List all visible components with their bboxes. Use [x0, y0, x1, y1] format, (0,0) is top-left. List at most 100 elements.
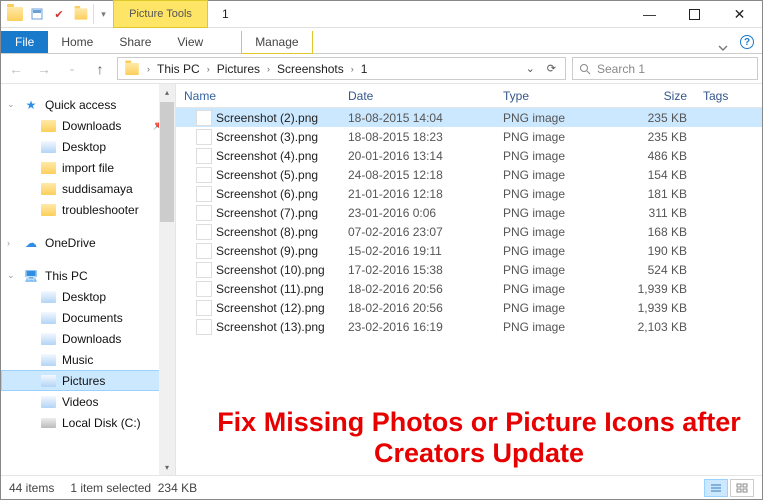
new-folder-icon[interactable]: [71, 4, 91, 24]
file-icon: [196, 262, 212, 278]
nav-back-button[interactable]: ←: [5, 58, 27, 80]
breadcrumb-item[interactable]: Screenshots: [273, 62, 348, 76]
file-row[interactable]: Screenshot (6).png21-01-2016 12:18PNG im…: [176, 184, 762, 203]
sidebar-item-label: This PC: [45, 269, 88, 283]
chevron-right-icon[interactable]: ›: [144, 64, 153, 74]
sidebar-item-suddisamaya[interactable]: suddisamaya: [1, 178, 175, 199]
file-row[interactable]: Screenshot (8).png07-02-2016 23:07PNG im…: [176, 222, 762, 241]
file-row[interactable]: Screenshot (7).png23-01-2016 0:06PNG ima…: [176, 203, 762, 222]
sidebar-item-label: Desktop: [62, 290, 106, 304]
qat-dropdown-icon[interactable]: ▾: [93, 4, 113, 24]
sidebar-scrollbar[interactable]: ▴ ▾: [159, 84, 175, 475]
sidebar-item-desktop[interactable]: Desktop: [1, 136, 175, 157]
sidebar-item-pc-downloads[interactable]: Downloads: [1, 328, 175, 349]
file-size: 1,939 KB: [615, 301, 695, 315]
sidebar-item-this-pc[interactable]: ⌄🖥This PC: [1, 265, 175, 286]
column-header-type[interactable]: Type: [495, 89, 615, 103]
file-name: Screenshot (5).png: [216, 168, 318, 182]
file-icon: [196, 281, 212, 297]
sidebar-item-pc-music[interactable]: Music: [1, 349, 175, 370]
sidebar-item-onedrive[interactable]: ›☁OneDrive: [1, 232, 175, 253]
chevron-right-icon[interactable]: ›: [204, 64, 213, 74]
close-button[interactable]: ✕: [717, 1, 762, 27]
file-row[interactable]: Screenshot (9).png15-02-2016 19:11PNG im…: [176, 241, 762, 260]
file-size: 311 KB: [615, 206, 695, 220]
breadcrumb[interactable]: › This PC › Pictures › Screenshots › 1 ⌄…: [117, 57, 566, 80]
view-thumbnails-button[interactable]: [730, 479, 754, 497]
sidebar-item-import-file[interactable]: import file: [1, 157, 175, 178]
sidebar-item-troubleshooter[interactable]: troubleshooter: [1, 199, 175, 220]
file-size: 190 KB: [615, 244, 695, 258]
nav-forward-button: →: [33, 58, 55, 80]
chevron-right-icon[interactable]: ›: [348, 64, 357, 74]
sidebar-item-label: Pictures: [62, 374, 105, 388]
sidebar-item-pc-videos[interactable]: Videos: [1, 391, 175, 412]
tab-home[interactable]: Home: [48, 31, 106, 53]
column-header-tags[interactable]: Tags: [695, 89, 762, 103]
chevron-right-icon[interactable]: ›: [264, 64, 273, 74]
title-bar: ✔ ▾ Picture Tools 1 — ✕: [1, 1, 762, 28]
file-row[interactable]: Screenshot (4).png20-01-2016 13:14PNG im…: [176, 146, 762, 165]
checkmark-red-icon[interactable]: ✔: [49, 4, 69, 24]
sidebar-item-quick-access[interactable]: ⌄★Quick access: [1, 94, 175, 115]
column-header-size[interactable]: Size: [615, 89, 695, 103]
file-row[interactable]: Screenshot (13).png23-02-2016 16:19PNG i…: [176, 317, 762, 336]
sidebar-item-label: Desktop: [62, 140, 106, 154]
sidebar-item-pc-localdisk[interactable]: Local Disk (C:): [1, 412, 175, 433]
sidebar-item-label: Documents: [62, 311, 123, 325]
file-size: 154 KB: [615, 168, 695, 182]
file-name: Screenshot (3).png: [216, 130, 318, 144]
file-size: 486 KB: [615, 149, 695, 163]
tab-view[interactable]: View: [164, 31, 216, 53]
view-details-button[interactable]: [704, 479, 728, 497]
sidebar-item-pc-pictures[interactable]: Pictures: [1, 370, 175, 391]
file-row[interactable]: Screenshot (12).png18-02-2016 20:56PNG i…: [176, 298, 762, 317]
nav-up-button[interactable]: ↑: [89, 58, 111, 80]
file-size: 235 KB: [615, 111, 695, 125]
address-dropdown-icon[interactable]: ⌄: [521, 62, 540, 75]
minimize-button[interactable]: —: [627, 1, 672, 27]
file-row[interactable]: Screenshot (10).png17-02-2016 15:38PNG i…: [176, 260, 762, 279]
file-row[interactable]: Screenshot (11).png18-02-2016 20:56PNG i…: [176, 279, 762, 298]
tab-manage[interactable]: Manage: [241, 31, 312, 54]
window-title: 1: [208, 1, 627, 27]
sidebar-item-label: Videos: [62, 395, 98, 409]
sidebar-item-downloads[interactable]: Downloads📌: [1, 115, 175, 136]
tab-share[interactable]: Share: [106, 31, 164, 53]
file-icon: [196, 300, 212, 316]
file-type: PNG image: [495, 111, 615, 125]
breadcrumb-item[interactable]: 1: [357, 62, 372, 76]
help-icon[interactable]: ?: [740, 35, 754, 49]
column-header-date[interactable]: Date: [340, 89, 495, 103]
file-size: 235 KB: [615, 130, 695, 144]
maximize-button[interactable]: [672, 1, 717, 27]
file-date: 07-02-2016 23:07: [340, 225, 495, 239]
scroll-up-icon[interactable]: ▴: [159, 84, 175, 100]
breadcrumb-item[interactable]: This PC: [153, 62, 204, 76]
file-size: 524 KB: [615, 263, 695, 277]
file-row[interactable]: Screenshot (2).png18-08-2015 14:04PNG im…: [176, 108, 762, 127]
tab-file[interactable]: File: [1, 31, 48, 53]
properties-icon[interactable]: [27, 4, 47, 24]
search-input[interactable]: Search 1: [572, 57, 758, 80]
file-type: PNG image: [495, 282, 615, 296]
file-name: Screenshot (2).png: [216, 111, 318, 125]
breadcrumb-root-icon[interactable]: [120, 62, 144, 76]
refresh-icon[interactable]: ⟳: [542, 62, 561, 75]
scrollbar-thumb[interactable]: [160, 102, 174, 222]
file-date: 24-08-2015 12:18: [340, 168, 495, 182]
ribbon-expand-icon[interactable]: [710, 43, 736, 53]
file-type: PNG image: [495, 263, 615, 277]
file-name: Screenshot (4).png: [216, 149, 318, 163]
column-header-name[interactable]: Name: [176, 89, 340, 103]
scroll-down-icon[interactable]: ▾: [159, 459, 175, 475]
sidebar-item-pc-documents[interactable]: Documents: [1, 307, 175, 328]
quick-access-toolbar: ✔ ▾: [1, 1, 113, 27]
app-icon[interactable]: [5, 4, 25, 24]
sidebar-item-pc-desktop[interactable]: Desktop: [1, 286, 175, 307]
breadcrumb-item[interactable]: Pictures: [213, 62, 264, 76]
sidebar-item-label: import file: [62, 161, 114, 175]
file-row[interactable]: Screenshot (5).png24-08-2015 12:18PNG im…: [176, 165, 762, 184]
nav-recent-dropdown[interactable]: ⌄: [61, 58, 83, 80]
file-row[interactable]: Screenshot (3).png18-08-2015 18:23PNG im…: [176, 127, 762, 146]
